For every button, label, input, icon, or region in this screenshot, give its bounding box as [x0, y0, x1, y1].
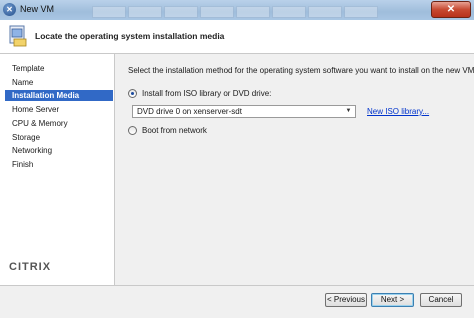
- chevron-down-icon[interactable]: ▼: [344, 106, 353, 117]
- iso-radio-button[interactable]: [128, 89, 137, 98]
- nav-step-finish[interactable]: Finish: [5, 159, 113, 170]
- nav-step-home-server[interactable]: Home Server: [5, 104, 113, 115]
- instructions-text: Select the installation method for the o…: [128, 66, 474, 75]
- nav-step-networking[interactable]: Networking: [5, 145, 113, 156]
- wizard-step-list: Template Name Installation Media Home Se…: [0, 54, 115, 285]
- previous-button[interactable]: < Previous: [325, 293, 367, 307]
- option-iso-row[interactable]: Install from ISO library or DVD drive:: [128, 89, 271, 98]
- close-icon: ✕: [446, 4, 456, 15]
- background-window-tabs: [92, 6, 378, 18]
- nav-step-storage[interactable]: Storage: [5, 132, 113, 143]
- network-option-label: Boot from network: [142, 126, 207, 135]
- wizard-footer: < Previous Next > Cancel: [0, 285, 474, 318]
- nav-step-template[interactable]: Template: [5, 63, 113, 74]
- network-radio-button[interactable]: [128, 126, 137, 135]
- new-iso-library-link[interactable]: New ISO library...: [367, 107, 429, 116]
- next-button[interactable]: Next >: [371, 293, 414, 307]
- window-title: New VM: [20, 4, 55, 14]
- cancel-button[interactable]: Cancel: [420, 293, 462, 307]
- iso-select-value: DVD drive 0 on xenserver-sdt: [137, 107, 242, 116]
- nav-step-cpu-memory[interactable]: CPU & Memory: [5, 118, 113, 129]
- page-title: Locate the operating system installation…: [35, 31, 225, 41]
- main-panel: Select the installation method for the o…: [115, 54, 474, 285]
- nav-step-name[interactable]: Name: [5, 77, 113, 88]
- title-bar: ✕ New VM ✕: [0, 0, 474, 21]
- nav-step-installation-media[interactable]: Installation Media: [5, 90, 113, 101]
- xencenter-app-icon: ✕: [3, 3, 16, 16]
- citrix-logo: CITRIX: [9, 261, 52, 273]
- wizard-header: Locate the operating system installation…: [0, 20, 474, 54]
- option-network-row[interactable]: Boot from network: [128, 126, 207, 135]
- iso-option-label: Install from ISO library or DVD drive:: [142, 89, 272, 98]
- install-media-icon: [9, 25, 27, 47]
- close-window-button[interactable]: ✕: [431, 1, 471, 18]
- iso-drive-select[interactable]: DVD drive 0 on xenserver-sdt ▼: [132, 105, 356, 118]
